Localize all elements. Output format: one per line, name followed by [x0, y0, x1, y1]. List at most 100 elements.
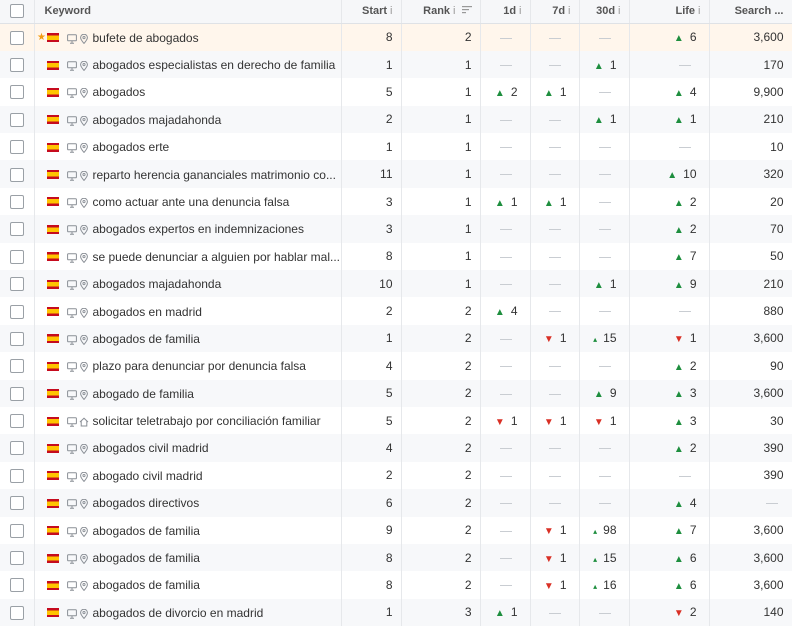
row-checkbox[interactable]	[9, 359, 24, 374]
table-row[interactable]: se puede denunciar a alguien por hablar …	[0, 242, 792, 271]
keyword-text[interactable]: abogados especialistas en derecho de fam…	[93, 58, 336, 72]
keyword-text[interactable]: plazo para denunciar por denuncia falsa	[93, 359, 306, 373]
change-life: ▲ 7	[629, 516, 710, 544]
start-column-header[interactable]: Start i	[341, 0, 402, 24]
sort-icon[interactable]	[461, 5, 472, 17]
search-volume: 90	[709, 352, 792, 380]
table-row[interactable]: como actuar ante una denuncia falsa 3 1 ▲ 1 ▲…	[0, 187, 792, 216]
30d-column-header[interactable]: 30d i	[579, 0, 630, 24]
table-row[interactable]: abogados de familia 1 2 ▼ 1 ▴ 15 ▼ 1 3,600	[0, 324, 792, 353]
keyword-column-header[interactable]: Keyword	[34, 0, 342, 24]
row-checkbox[interactable]	[9, 194, 24, 209]
keyword-text[interactable]: reparto herencia gananciales matrimonio …	[93, 168, 336, 182]
start-rank: 2	[341, 297, 402, 325]
keyword-text[interactable]: se puede denunciar a alguien por hablar …	[93, 250, 341, 264]
row-checkbox[interactable]	[9, 222, 24, 237]
table-row[interactable]: abogados en madrid 2 2 ▲ 4 880	[0, 297, 792, 325]
row-checkbox[interactable]	[9, 167, 24, 182]
table-row[interactable]: abogados expertos en indemnizaciones 3 1 ▲ 2…	[0, 215, 792, 243]
keyword-text[interactable]: solicitar teletrabajo por conciliación f…	[93, 414, 321, 428]
row-checkbox[interactable]	[9, 277, 24, 292]
keyword-text[interactable]: abogados directivos	[93, 496, 200, 510]
keyword-text[interactable]: abogados majadahonda	[93, 113, 222, 127]
table-row[interactable]: abogados erte 1 1 10	[0, 133, 792, 161]
change-1d	[480, 242, 531, 271]
table-row[interactable]: ★ bufete de abogados 8 2 ▲ 6 3,600	[0, 23, 792, 51]
row-checkbox[interactable]	[9, 605, 24, 620]
arrow-down-icon: ▼	[673, 334, 684, 346]
spain-flag-icon	[46, 443, 59, 453]
change-1d	[480, 50, 531, 79]
row-checkbox[interactable]	[9, 140, 24, 155]
row-checkbox[interactable]	[9, 468, 24, 483]
row-checkbox[interactable]	[9, 578, 24, 593]
table-row[interactable]: solicitar teletrabajo por conciliación f…	[0, 406, 792, 435]
table-row[interactable]: abogado civil madrid 2 2 390	[0, 461, 792, 490]
keyword-text[interactable]: abogados de familia	[93, 524, 200, 538]
keyword-text[interactable]: abogados en madrid	[93, 305, 202, 319]
keyword-cell: abogado de familia	[34, 379, 342, 407]
keyword-text[interactable]: abogados de divorcio en madrid	[93, 606, 264, 620]
change-value: 1	[510, 194, 518, 209]
table-row[interactable]: abogado de familia 5 2 ▲ 9 ▲ 3 3,600	[0, 379, 792, 407]
table-row[interactable]: abogados 5 1 ▲ 2 ▲ 1 ▲ 4 9,900	[0, 78, 792, 106]
keyword-text[interactable]: abogados expertos en indemnizaciones	[93, 222, 304, 236]
table-row[interactable]: abogados de familia 8 2 ▼ 1 ▴ 16 ▲ 6 3,600	[0, 571, 792, 599]
desktop-icon	[66, 87, 77, 99]
change-life: ▲ 6	[629, 543, 710, 572]
current-rank: 1	[401, 270, 481, 298]
keyword-text[interactable]: abogados majadahonda	[93, 277, 222, 291]
keyword-text[interactable]: abogado civil madrid	[93, 469, 203, 483]
start-rank: 1	[341, 50, 402, 79]
life-column-header[interactable]: Life i	[629, 0, 710, 24]
search-volume-column-header[interactable]: Search ...	[709, 0, 792, 24]
row-checkbox[interactable]	[9, 249, 24, 264]
row-checkbox[interactable]	[9, 496, 24, 511]
table-row[interactable]: abogados especialistas en derecho de fam…	[0, 50, 792, 79]
row-checkbox[interactable]	[9, 414, 24, 429]
table-row[interactable]: abogados majadahonda 2 1 ▲ 1 ▲ 1 210	[0, 105, 792, 134]
keyword-text[interactable]: abogados erte	[93, 140, 170, 154]
keyword-text[interactable]: abogados de familia	[93, 578, 200, 592]
arrow-up-icon: ▲	[673, 87, 684, 99]
row-checkbox[interactable]	[9, 85, 24, 100]
keyword-text[interactable]: abogados de familia	[93, 332, 200, 346]
no-change-dash	[678, 311, 691, 313]
row-checkbox[interactable]	[9, 441, 24, 456]
rank-column-header[interactable]: Rank i	[401, 0, 481, 24]
keyword-rankings-table: Keyword Start i Rank i 1d i 7d i 30d i Life i …	[0, 0, 792, 627]
table-row[interactable]: abogados majadahonda 10 1 ▲ 1 ▲ 9 210	[0, 270, 792, 298]
row-checkbox[interactable]	[9, 331, 24, 346]
table-row[interactable]: abogados de divorcio en madrid 1 3 ▲ 1 ▼ 2 140	[0, 598, 792, 627]
table-row[interactable]: reparto herencia gananciales matrimonio …	[0, 160, 792, 188]
7d-column-header[interactable]: 7d i	[530, 0, 580, 24]
keyword-text[interactable]: abogado de familia	[93, 387, 194, 401]
select-all-checkbox[interactable]	[9, 4, 24, 19]
table-row[interactable]: plazo para denunciar por denuncia falsa 4…	[0, 352, 792, 380]
row-checkbox[interactable]	[9, 112, 24, 127]
row-checkbox[interactable]	[9, 551, 24, 566]
search-volume: 390	[709, 434, 792, 462]
info-icon: i	[390, 5, 393, 18]
keyword-text[interactable]: abogados civil madrid	[93, 441, 209, 455]
keyword-text[interactable]: abogados de familia	[93, 551, 200, 565]
row-checkbox[interactable]	[9, 304, 24, 319]
keyword-text[interactable]: abogados	[93, 85, 146, 99]
search-volume: 3,600	[709, 23, 792, 51]
no-change-dash	[598, 92, 611, 94]
row-checkbox[interactable]	[9, 30, 24, 45]
star-icon[interactable]: ★	[37, 32, 47, 43]
keyword-text[interactable]: como actuar ante una denuncia falsa	[93, 195, 290, 209]
row-checkbox[interactable]	[9, 386, 24, 401]
table-row[interactable]: abogados de familia 9 2 ▼ 1 ▴ 98 ▲ 7 3,600	[0, 516, 792, 544]
location-pin-icon	[79, 142, 89, 154]
keyword-text[interactable]: bufete de abogados	[93, 31, 199, 45]
1d-column-header[interactable]: 1d i	[480, 0, 531, 24]
table-row[interactable]: abogados civil madrid 4 2 ▲ 2 390	[0, 434, 792, 462]
row-select-cell	[0, 105, 35, 134]
table-row[interactable]: abogados de familia 8 2 ▼ 1 ▴ 15 ▲ 6 3,600	[0, 543, 792, 572]
table-row[interactable]: abogados directivos 6 2 ▲ 4	[0, 489, 792, 517]
row-checkbox[interactable]	[9, 523, 24, 538]
change-1d	[480, 379, 531, 407]
row-checkbox[interactable]	[9, 58, 24, 72]
